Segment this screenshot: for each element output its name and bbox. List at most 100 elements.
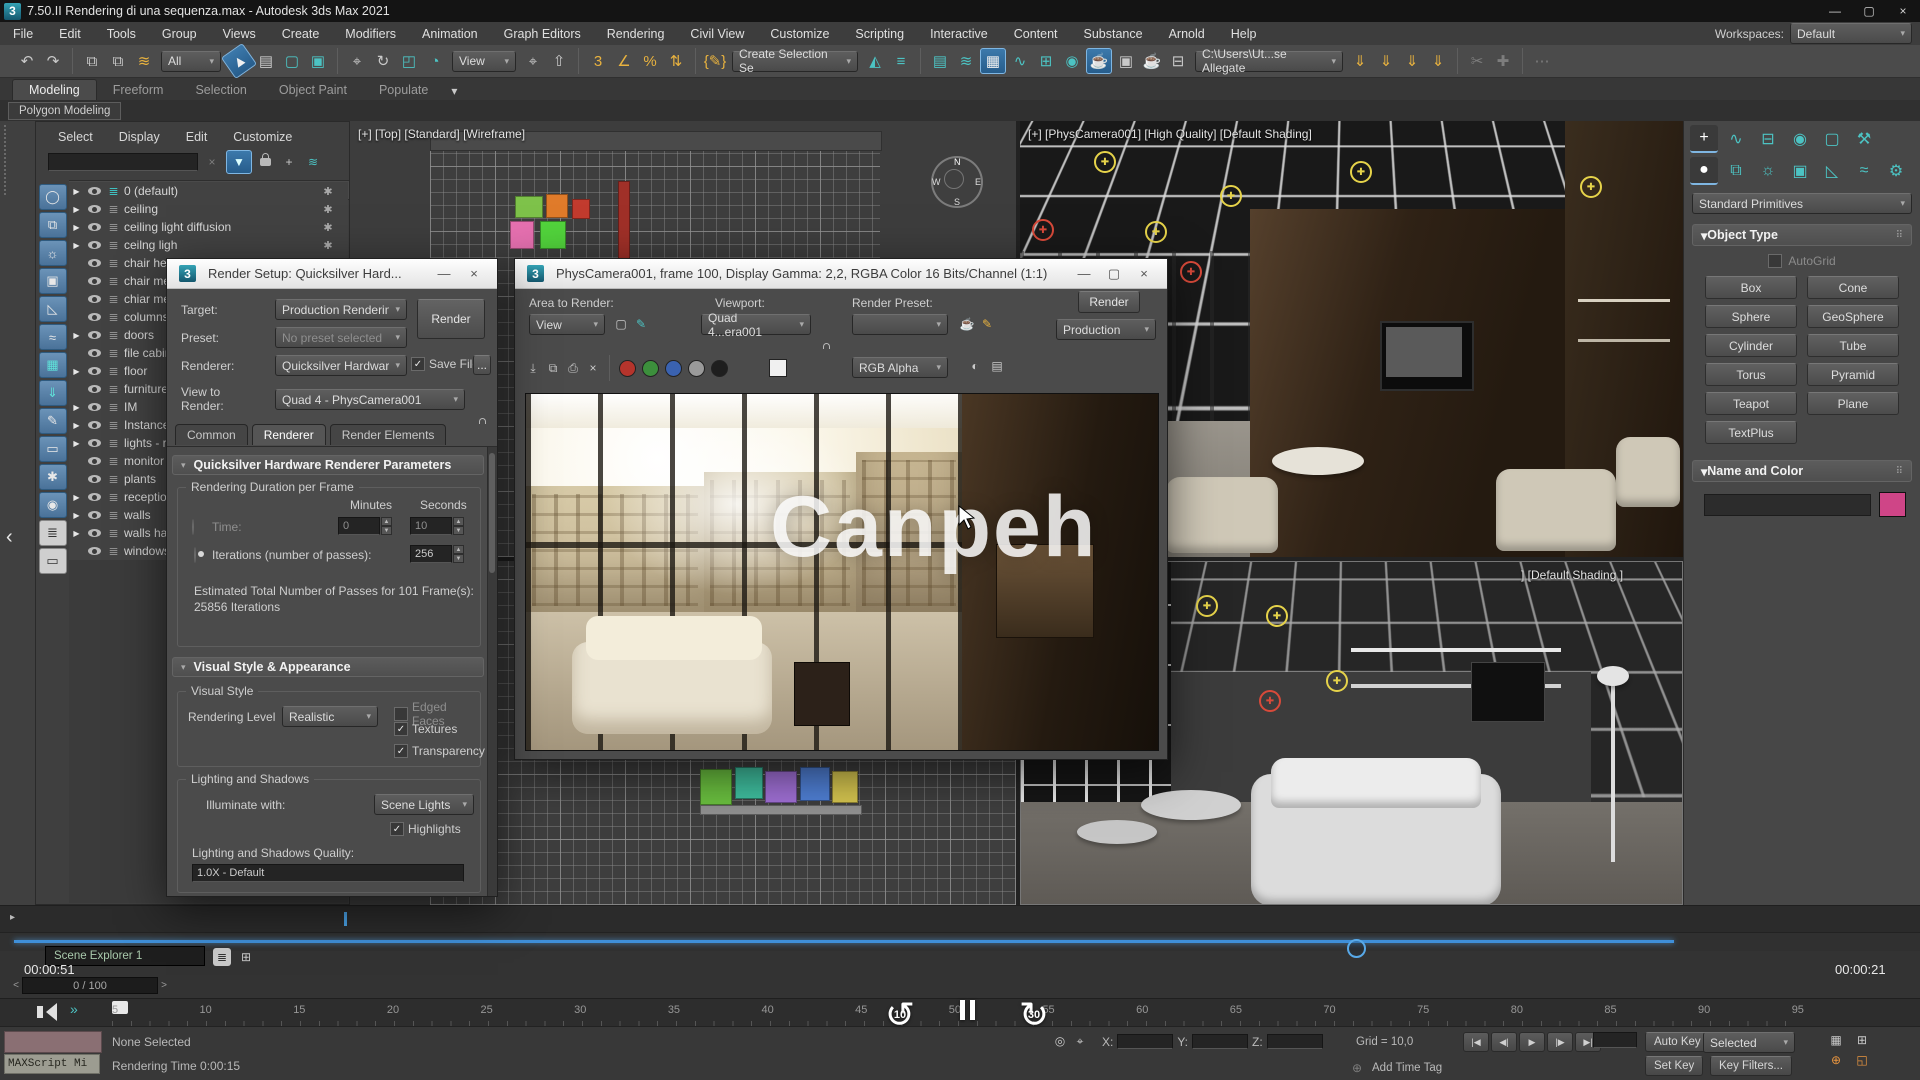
target-dropdown[interactable]: Production Rendering Mode▾: [275, 299, 407, 320]
material-editor-icon[interactable]: ◉: [1060, 49, 1084, 73]
frame-counter[interactable]: < 0 / 100 >: [10, 978, 170, 993]
rendered-frame-window-icon[interactable]: ▣: [1114, 49, 1138, 73]
motion-tab-icon[interactable]: ◉: [1786, 126, 1814, 152]
monochrome-channel-icon[interactable]: [688, 360, 705, 377]
display-tab-icon[interactable]: ▢: [1818, 126, 1846, 152]
selected-light-gizmo[interactable]: [1180, 261, 1202, 283]
toolbar-drag-handle[interactable]: [4, 125, 9, 195]
time-minutes-spinner[interactable]: 0: [338, 517, 380, 535]
key-filters-button[interactable]: Key Filters...: [1710, 1056, 1792, 1076]
quality-field[interactable]: 1.0X - Default: [192, 864, 464, 882]
import-button-1-icon[interactable]: ⇓: [1348, 49, 1372, 73]
selection-mode-icon[interactable]: ▭: [39, 548, 67, 574]
filter-containers-icon[interactable]: ▭: [39, 436, 67, 462]
set-key-button[interactable]: Set Key: [1645, 1056, 1703, 1076]
render-preset-dropdown[interactable]: ▾: [852, 314, 948, 335]
tab-render-elements[interactable]: Render Elements: [330, 424, 447, 445]
ribbon-tab-modeling[interactable]: Modeling: [12, 79, 97, 100]
render-setup-titlebar[interactable]: 3 Render Setup: Quicksilver Hard... — ×: [167, 259, 497, 289]
iterations-spinner[interactable]: 256: [410, 545, 452, 563]
photometric-light-gizmo[interactable]: [1326, 670, 1348, 692]
search-input[interactable]: [48, 153, 198, 171]
transparency-checkbox[interactable]: ✓: [394, 744, 408, 758]
minimize-icon[interactable]: —: [1818, 0, 1852, 22]
photometric-light-gizmo[interactable]: [1145, 221, 1167, 243]
video-progress-bar[interactable]: [0, 932, 1920, 951]
sphere-button[interactable]: Sphere: [1705, 305, 1797, 328]
expand-icon[interactable]: ▶: [69, 205, 84, 214]
scene-object-row[interactable]: ▶≣ceiling✱: [69, 200, 348, 218]
edit-region-icon[interactable]: ✎: [632, 315, 650, 333]
explorer-menu-select[interactable]: Select: [58, 130, 93, 144]
photometric-light-gizmo[interactable]: [1196, 595, 1218, 617]
visibility-eye-icon[interactable]: [88, 547, 101, 555]
select-and-move-icon[interactable]: ⌖: [345, 49, 369, 73]
current-frame-field[interactable]: [1593, 1032, 1637, 1048]
schematic-view-icon[interactable]: ⊞: [1034, 49, 1058, 73]
explorer-menu-edit[interactable]: Edit: [186, 130, 208, 144]
select-and-rotate-icon[interactable]: ↻: [371, 49, 395, 73]
photometric-light-gizmo[interactable]: [1220, 185, 1242, 207]
explorer-list-icon[interactable]: ≣: [213, 948, 231, 966]
expand-icon[interactable]: ▶: [69, 331, 84, 340]
visibility-eye-icon[interactable]: [88, 241, 101, 249]
visibility-eye-icon[interactable]: [88, 475, 101, 483]
ribbon-tab-populate[interactable]: Populate: [363, 80, 444, 100]
filter-icon[interactable]: ▼: [226, 150, 252, 174]
expand-icon[interactable]: ▶: [69, 439, 84, 448]
render-production-icon[interactable]: ☕: [1140, 49, 1164, 73]
percent-snap-toggle-icon[interactable]: %: [638, 49, 662, 73]
edged-faces-checkbox[interactable]: [394, 707, 408, 721]
pause-overlay[interactable]: [960, 1000, 975, 1020]
environment-icon[interactable]: ☕: [958, 315, 976, 333]
toggle-ribbon-icon[interactable]: ▦: [980, 48, 1006, 74]
menu-civil-view[interactable]: Civil View: [677, 22, 757, 45]
import-button-3-icon[interactable]: ⇓: [1400, 49, 1424, 73]
menu-rendering[interactable]: Rendering: [594, 22, 678, 45]
alpha-channel-icon[interactable]: [711, 360, 728, 377]
spinner-snap-toggle-icon[interactable]: ⇅: [664, 49, 688, 73]
menu-content[interactable]: Content: [1001, 22, 1071, 45]
viewport-physcamera-label[interactable]: [+] [PhysCamera001] [High Quality] [Defa…: [1028, 127, 1312, 141]
visibility-eye-icon[interactable]: [88, 313, 101, 321]
view-to-render-dropdown[interactable]: Quad 4 - PhysCamera001▾: [275, 389, 465, 410]
save-file-browse-button[interactable]: ...: [473, 355, 491, 375]
list-view-options-icon[interactable]: ≣: [39, 520, 67, 546]
quicksilver-params-rollout[interactable]: ▾Quicksilver Hardware Renderer Parameter…: [172, 455, 484, 475]
object-type-rollout[interactable]: ▾ Object Type ⠿: [1692, 224, 1912, 246]
photometric-light-gizmo[interactable]: [1350, 161, 1372, 183]
selection-set-dropdown[interactable]: Selected▾: [1703, 1032, 1795, 1053]
render-button[interactable]: Render: [1078, 291, 1140, 313]
add-tool-icon[interactable]: ✚: [1491, 49, 1515, 73]
name-color-rollout[interactable]: ▾ Name and Color ⠿: [1692, 460, 1912, 482]
progress-handle[interactable]: [1347, 939, 1366, 958]
expand-icon[interactable]: ▶: [69, 421, 84, 430]
next-frame-button[interactable]: |▶: [1547, 1032, 1573, 1052]
scene-object-row[interactable]: ▶≣ceiling light diffusion✱: [69, 218, 348, 236]
menu-edit[interactable]: Edit: [46, 22, 94, 45]
rendered-frame-titlebar[interactable]: 3 PhysCamera001, frame 100, Display Gamm…: [515, 259, 1167, 289]
visibility-eye-icon[interactable]: [88, 349, 101, 357]
menu-group[interactable]: Group: [149, 22, 210, 45]
close-icon[interactable]: ×: [1129, 262, 1159, 286]
menu-interactive[interactable]: Interactive: [917, 22, 1001, 45]
blue-channel-icon[interactable]: [665, 360, 682, 377]
dialog-scrollbar[interactable]: [487, 447, 497, 896]
ribbon-config-icon[interactable]: ▾: [445, 82, 463, 100]
visibility-eye-icon[interactable]: [88, 331, 101, 339]
select-and-link-icon[interactable]: ⧉: [80, 49, 104, 73]
expand-icon[interactable]: ▶: [69, 367, 84, 376]
clone-window-icon[interactable]: ⧉: [544, 359, 562, 377]
preset-dropdown[interactable]: No preset selected▾: [275, 327, 407, 348]
iterations-radio[interactable]: [194, 547, 196, 563]
window-crossing-toggle-icon[interactable]: ▣: [306, 49, 330, 73]
close-icon[interactable]: ×: [459, 262, 489, 286]
expand-icon[interactable]: ▶: [69, 403, 84, 412]
create-tab-icon[interactable]: +: [1690, 125, 1718, 153]
torus-button[interactable]: Torus: [1705, 363, 1797, 386]
rectangular-selection-region-icon[interactable]: ▢: [280, 49, 304, 73]
expand-icon[interactable]: ▶: [69, 187, 84, 196]
collapse-explorer-icon[interactable]: ‹: [6, 526, 13, 549]
explorer-menu-customize[interactable]: Customize: [233, 130, 292, 144]
scene-object-row[interactable]: ▶≣ceilng ligh✱: [69, 236, 348, 254]
